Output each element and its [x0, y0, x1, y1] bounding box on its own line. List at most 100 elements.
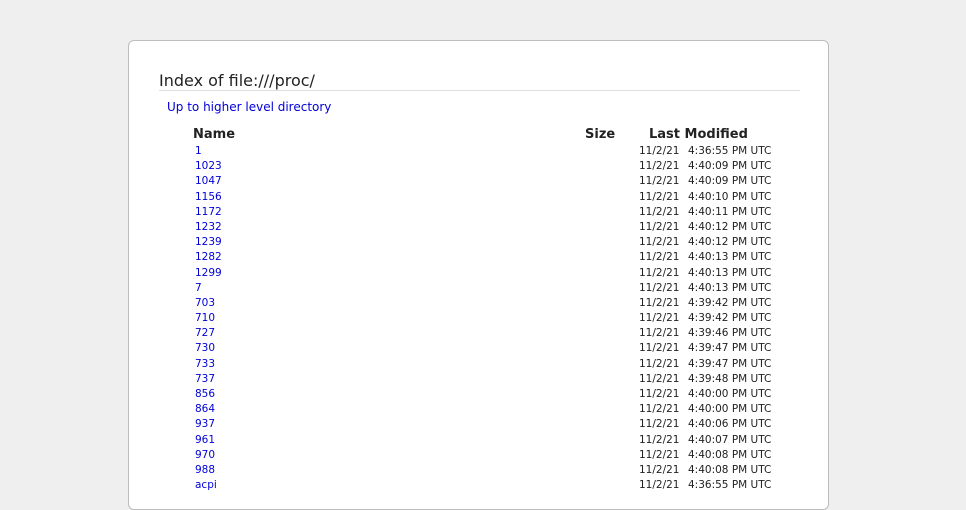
file-link[interactable]: 1: [195, 144, 202, 159]
modified-time: 4:40:12 PM UTC: [688, 220, 772, 233]
file-link[interactable]: 856: [195, 387, 215, 402]
file-link[interactable]: 1299: [195, 266, 222, 281]
file-link[interactable]: 7: [195, 281, 202, 296]
column-header-size[interactable]: Size: [585, 127, 615, 142]
modified-date: 11/2/21: [639, 205, 680, 218]
modified-date: 11/2/21: [639, 236, 680, 249]
file-link[interactable]: 737: [195, 372, 215, 387]
file-link[interactable]: 1047: [195, 174, 222, 189]
modified-time: 4:40:08 PM UTC: [688, 448, 772, 461]
file-row: 1232 11/2/21 4:40:12 PM UTC: [129, 220, 828, 235]
modified-time: 4:36:55 PM UTC: [688, 479, 772, 492]
modified-time: 4:40:11 PM UTC: [688, 205, 772, 218]
modified-time: 4:40:13 PM UTC: [688, 266, 772, 279]
modified-date: 11/2/21: [639, 281, 680, 294]
file-link[interactable]: 1232: [195, 220, 222, 235]
modified-time: 4:40:10 PM UTC: [688, 190, 772, 203]
modified-time: 4:39:47 PM UTC: [688, 357, 772, 370]
file-link[interactable]: 988: [195, 463, 215, 478]
file-row: 937 11/2/21 4:40:06 PM UTC: [129, 417, 828, 432]
modified-time: 4:39:48 PM UTC: [688, 372, 772, 385]
file-link[interactable]: 970: [195, 448, 215, 463]
modified-time: 4:39:42 PM UTC: [688, 312, 772, 325]
file-row: 1172 11/2/21 4:40:11 PM UTC: [129, 205, 828, 220]
modified-date: 11/2/21: [639, 357, 680, 370]
modified-date: 11/2/21: [639, 296, 680, 309]
file-link[interactable]: 1239: [195, 235, 222, 250]
file-link[interactable]: 961: [195, 433, 215, 448]
file-row: 7 11/2/21 4:40:13 PM UTC: [129, 281, 828, 296]
file-row: acpi 11/2/21 4:36:55 PM UTC: [129, 478, 828, 493]
modified-date: 11/2/21: [639, 312, 680, 325]
modified-date: 11/2/21: [639, 145, 680, 157]
file-row: 730 11/2/21 4:39:47 PM UTC: [129, 341, 828, 356]
modified-date: 11/2/21: [639, 388, 680, 400]
file-link[interactable]: 1156: [195, 190, 222, 205]
modified-time: 4:40:12 PM UTC: [688, 236, 772, 249]
file-row: 1047 11/2/21 4:40:09 PM UTC: [129, 174, 828, 189]
column-header-last-modified[interactable]: Last Modified: [649, 127, 748, 142]
file-row: 1023 11/2/21 4:40:09 PM UTC: [129, 159, 828, 174]
modified-time: 4:36:55 PM UTC: [688, 145, 772, 157]
modified-date: 11/2/21: [639, 448, 680, 461]
modified-time: 4:40:00 PM UTC: [688, 388, 772, 400]
file-row: 727 11/2/21 4:39:46 PM UTC: [129, 326, 828, 341]
modified-time: 4:40:06 PM UTC: [688, 418, 772, 431]
modified-date: 11/2/21: [639, 251, 680, 264]
up-directory-link[interactable]: Up to higher level directory: [167, 100, 331, 114]
column-header-name[interactable]: Name: [193, 127, 235, 142]
file-link[interactable]: 730: [195, 341, 215, 356]
file-link[interactable]: acpi: [195, 478, 217, 493]
modified-date: 11/2/21: [639, 327, 680, 340]
file-row: 733 11/2/21 4:39:47 PM UTC: [129, 357, 828, 372]
modified-time: 4:40:09 PM UTC: [688, 160, 772, 173]
modified-date: 11/2/21: [639, 175, 680, 188]
file-row: 1282 11/2/21 4:40:13 PM UTC: [129, 250, 828, 265]
modified-time: 4:40:13 PM UTC: [688, 281, 772, 294]
file-row: 737 11/2/21 4:39:48 PM UTC: [129, 372, 828, 387]
modified-date: 11/2/21: [639, 266, 680, 279]
modified-date: 11/2/21: [639, 433, 680, 446]
file-link[interactable]: 1023: [195, 159, 222, 174]
file-row: 961 11/2/21 4:40:07 PM UTC: [129, 433, 828, 448]
modified-date: 11/2/21: [639, 418, 680, 431]
file-row: 1156 11/2/21 4:40:10 PM UTC: [129, 190, 828, 205]
file-link[interactable]: 710: [195, 311, 215, 326]
file-row: 710 11/2/21 4:39:42 PM UTC: [129, 311, 828, 326]
file-link[interactable]: 1172: [195, 205, 222, 220]
file-link[interactable]: 727: [195, 326, 215, 341]
file-row: 864 11/2/21 4:40:00 PM UTC: [129, 402, 828, 417]
modified-date: 11/2/21: [639, 403, 680, 416]
modified-date: 11/2/21: [639, 342, 680, 355]
modified-date: 11/2/21: [639, 372, 680, 385]
page-title: Index of file:///proc/: [159, 71, 315, 90]
modified-date: 11/2/21: [639, 190, 680, 203]
modified-time: 4:40:09 PM UTC: [688, 175, 772, 188]
modified-time: 4:39:46 PM UTC: [688, 327, 772, 340]
file-link[interactable]: 864: [195, 402, 215, 417]
file-link[interactable]: 937: [195, 417, 215, 432]
modified-time: 4:40:08 PM UTC: [688, 463, 772, 476]
file-row: 1239 11/2/21 4:40:12 PM UTC: [129, 235, 828, 250]
file-row: 703 11/2/21 4:39:42 PM UTC: [129, 296, 828, 311]
modified-date: 11/2/21: [639, 463, 680, 476]
file-row: 1299 11/2/21 4:40:13 PM UTC: [129, 266, 828, 281]
modified-time: 4:40:13 PM UTC: [688, 251, 772, 264]
file-link[interactable]: 703: [195, 296, 215, 311]
modified-time: 4:40:07 PM UTC: [688, 433, 772, 446]
modified-date: 11/2/21: [639, 479, 680, 492]
title-divider: [159, 90, 800, 91]
modified-time: 4:39:42 PM UTC: [688, 296, 772, 309]
file-row: 856 11/2/21 4:40:00 PM UTC: [129, 387, 828, 402]
directory-listing-card: Index of file:///proc/ Up to higher leve…: [128, 40, 829, 510]
file-link[interactable]: 1282: [195, 250, 222, 265]
file-row: 1 11/2/21 4:36:55 PM UTC: [129, 144, 828, 159]
file-list: 1 11/2/21 4:36:55 PM UTC 1023 11/2/21 4:40:09…: [129, 144, 828, 493]
modified-time: 4:39:47 PM UTC: [688, 342, 772, 355]
file-row: 988 11/2/21 4:40:08 PM UTC: [129, 463, 828, 478]
file-row: 970 11/2/21 4:40:08 PM UTC: [129, 448, 828, 463]
modified-date: 11/2/21: [639, 220, 680, 233]
modified-date: 11/2/21: [639, 160, 680, 173]
file-link[interactable]: 733: [195, 357, 215, 372]
modified-time: 4:40:00 PM UTC: [688, 403, 772, 416]
